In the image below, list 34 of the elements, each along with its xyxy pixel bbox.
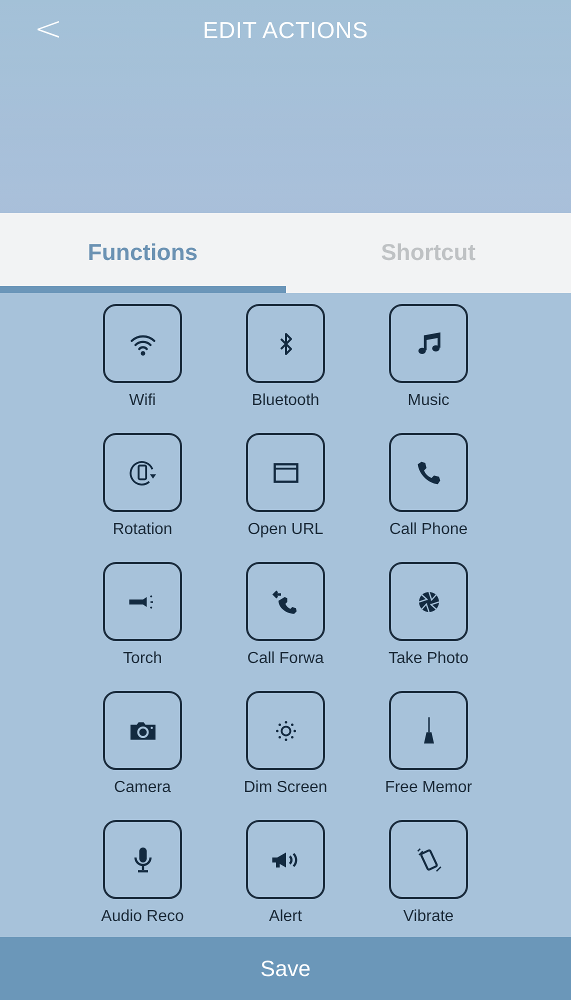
action-tile[interactable] bbox=[389, 304, 468, 383]
tab[interactable]: Functions bbox=[0, 213, 286, 293]
screen-title: EDIT ACTIONS bbox=[202, 17, 368, 44]
action-tile[interactable] bbox=[246, 820, 325, 899]
action-label: Free Memor bbox=[384, 778, 472, 798]
save-button[interactable]: Save bbox=[0, 937, 571, 1000]
back-button[interactable]: < bbox=[28, 10, 68, 48]
action-label: Music bbox=[408, 391, 450, 411]
action-label: Rotation bbox=[112, 520, 172, 540]
action-label: Take Photo bbox=[388, 649, 469, 669]
action-tile[interactable] bbox=[246, 562, 325, 641]
action-tile[interactable] bbox=[389, 820, 468, 899]
action-label: Open URL bbox=[248, 520, 324, 540]
action-tile[interactable] bbox=[103, 691, 182, 770]
action-tile[interactable] bbox=[246, 433, 325, 512]
action-label: Wifi bbox=[129, 391, 156, 411]
action-tile[interactable] bbox=[246, 691, 325, 770]
action-label: Call Phone bbox=[389, 520, 468, 540]
action-tile[interactable] bbox=[103, 304, 182, 383]
action-label: Bluetooth bbox=[252, 391, 320, 411]
action-tile[interactable] bbox=[389, 433, 468, 512]
action-label: Call Forwa bbox=[247, 649, 324, 669]
action-label: Dim Screen bbox=[244, 778, 328, 798]
action-label: Camera bbox=[114, 778, 171, 798]
action-label: Alert bbox=[269, 907, 302, 927]
action-label: Audio Reco bbox=[101, 907, 184, 927]
action-tile[interactable] bbox=[103, 820, 182, 899]
action-tile[interactable] bbox=[103, 562, 182, 641]
action-tile[interactable] bbox=[246, 304, 325, 383]
action-label: Torch bbox=[122, 649, 162, 669]
action-label: Vibrate bbox=[403, 907, 454, 927]
action-tile[interactable] bbox=[389, 691, 468, 770]
action-tile[interactable] bbox=[389, 562, 468, 641]
action-tile[interactable] bbox=[103, 433, 182, 512]
